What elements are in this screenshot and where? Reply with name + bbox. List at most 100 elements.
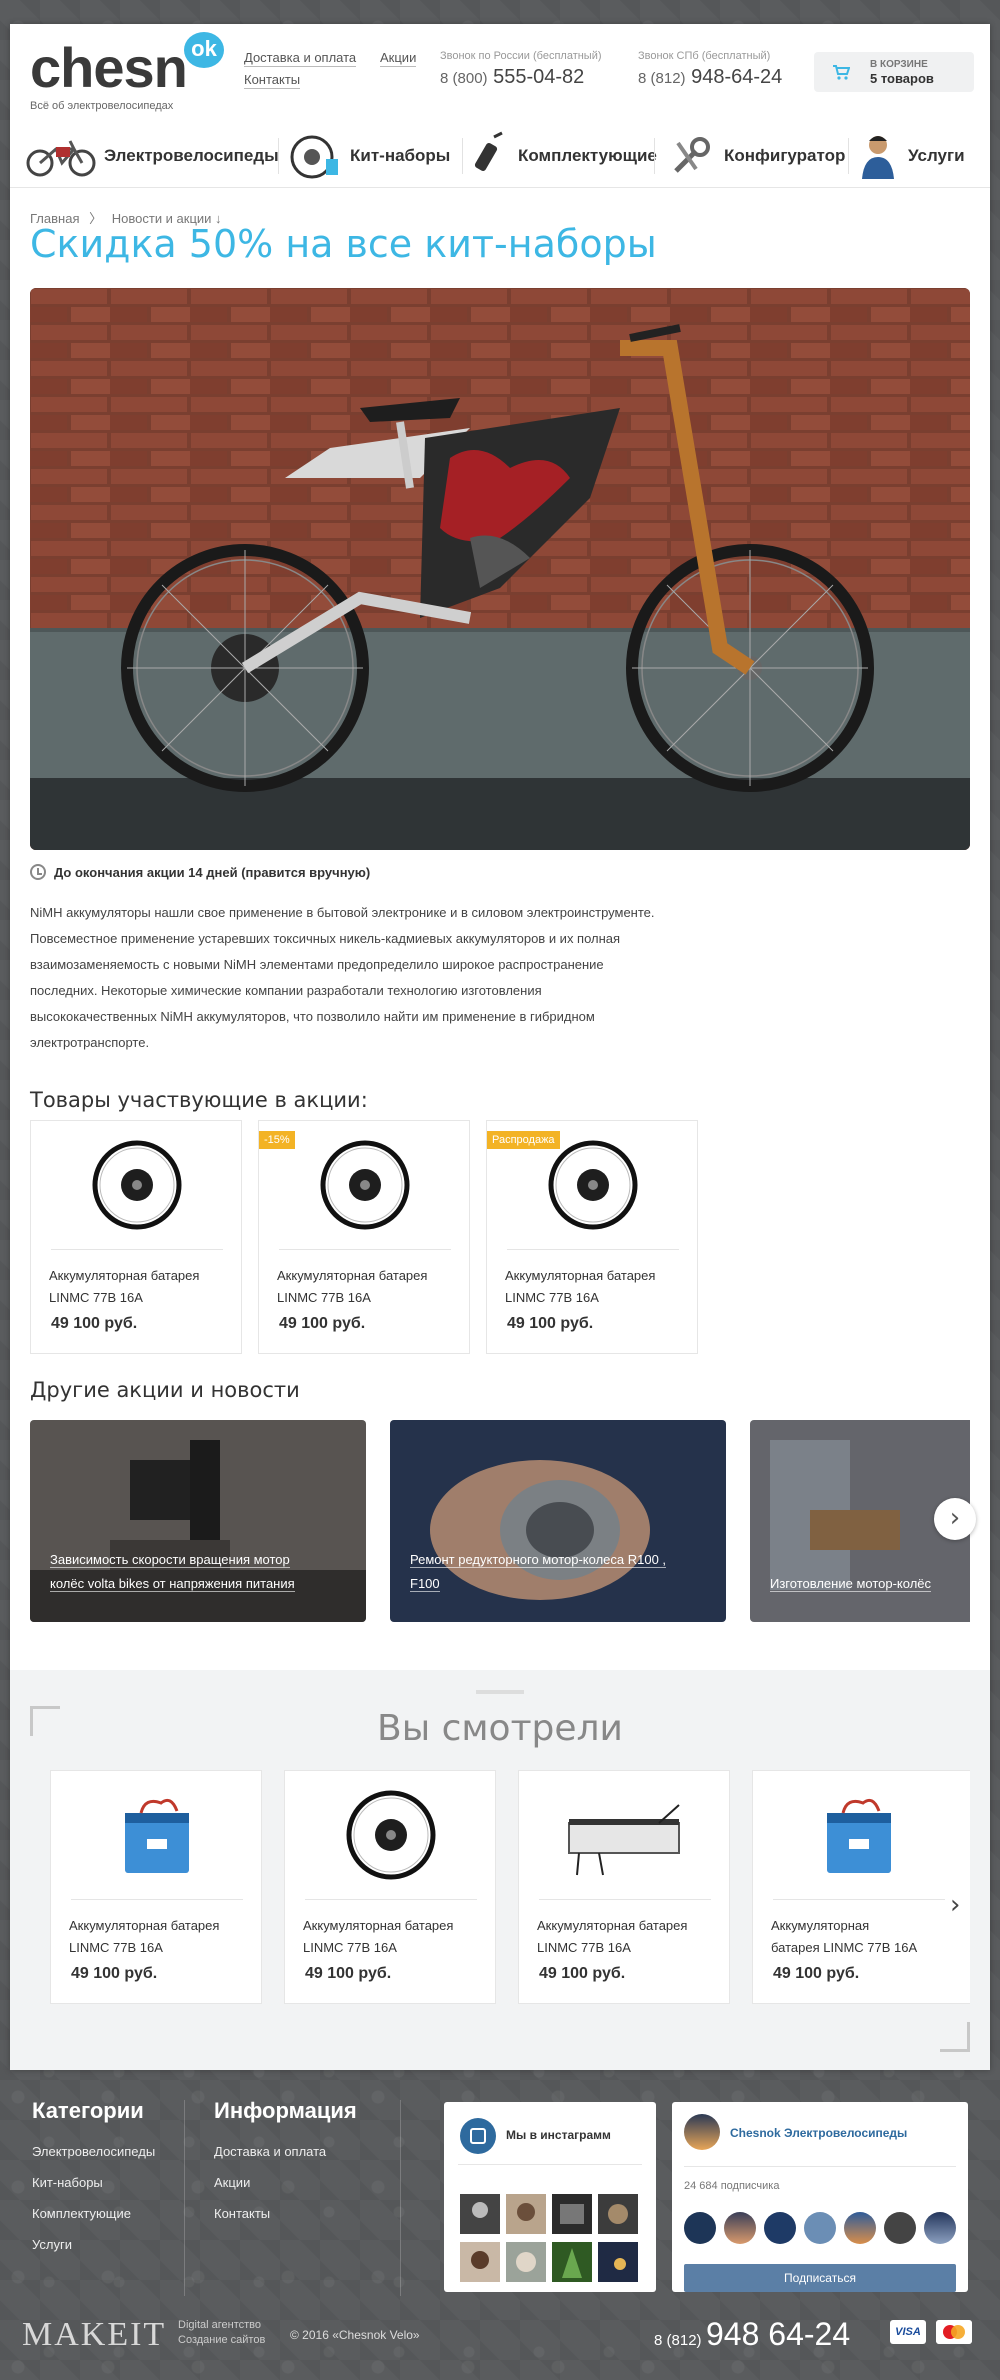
footer-link-contacts[interactable]: Контакты	[214, 2206, 270, 2221]
product-name[interactable]: Аккумуляторная батарея LINMC 77В 16А	[303, 1915, 453, 1959]
footer-link-kits[interactable]: Кит-наборы	[32, 2175, 103, 2190]
news-title-line: Зависимость скорости вращения мотор	[50, 1552, 290, 1568]
vk-group-name[interactable]: Chesnok Электровелосипеды	[730, 2126, 907, 2140]
instagram-photo[interactable]	[506, 2242, 546, 2282]
viewed-product-card[interactable]: Аккумуляторная батарея LINMC 77В 16А 49 1…	[50, 1770, 262, 2004]
nav-divider	[848, 138, 849, 174]
product-name[interactable]: Аккумуляторная батарея LINMC 77В 16А	[69, 1915, 219, 1959]
divider	[684, 2166, 956, 2167]
divider	[773, 1899, 945, 1900]
link-contacts[interactable]: Контакты	[244, 72, 301, 89]
nav-item-ebikes[interactable]: Электровелосипеды	[26, 124, 279, 188]
promo-products-heading: Товары участвующие в акции:	[30, 1088, 368, 1112]
phone-russia-number[interactable]: 8 (800) 555-04-82	[440, 66, 602, 89]
product-name-line: LINMC 77В 16А	[49, 1290, 143, 1305]
news-title: Зависимость скорости вращения мотор колёс…	[50, 1548, 295, 1596]
divider	[458, 2164, 642, 2165]
news-title: Изготовление мотор-колёс	[770, 1572, 932, 1596]
subscriber-avatar[interactable]	[924, 2212, 956, 2244]
cart-button[interactable]: В КОРЗИНЕ 5 товаров	[814, 52, 974, 92]
product-name[interactable]: Аккумуляторная батарея LINMC 77В 16А	[277, 1265, 427, 1309]
mechanic-icon	[862, 136, 894, 179]
viewed-product-card[interactable]: Аккумуляторная батарея LINMC 77В 16А 49 1…	[284, 1770, 496, 2004]
nav-label-kits: Кит-наборы	[350, 146, 451, 165]
instagram-photo[interactable]	[506, 2194, 546, 2234]
agency-logo[interactable]: MAKEIT	[22, 2316, 166, 2354]
product-price: 49 100 руб.	[507, 1315, 594, 1332]
product-name-line: Аккумуляторная батарея	[303, 1918, 454, 1933]
promo-timer-text: До окончания акции 14 дней (правится вру…	[54, 865, 371, 880]
corner-decoration	[30, 1706, 60, 1736]
viewed-product-card[interactable]: Аккумуляторная батарея LINMC 77В 16А 49 1…	[518, 1770, 730, 2004]
product-name-line: LINMC 77В 16А	[537, 1940, 631, 1955]
product-name-line: LINMC 77В 16А	[277, 1290, 371, 1305]
nav-label-configurator: Конфигуратор	[724, 146, 846, 165]
link-promotions[interactable]: Акции	[380, 50, 417, 67]
vk-subscribe-button[interactable]: Подписаться	[684, 2264, 956, 2292]
description-line: высококачественных NiMH аккумуляторов, ч…	[30, 1009, 595, 1024]
description-line: NiMH аккумуляторы нашли свое применение …	[30, 905, 655, 920]
cart-label: В КОРЗИНЕ	[870, 59, 928, 70]
subscriber-avatar[interactable]	[724, 2212, 756, 2244]
logo[interactable]: chesn ok Всё об электровелосипедах	[30, 32, 230, 112]
subscriber-avatar[interactable]	[764, 2212, 796, 2244]
news-card[interactable]: Ремонт редукторного мотор-колеса R100 , F…	[390, 1420, 726, 1622]
instagram-photo[interactable]	[552, 2242, 592, 2282]
description-line: электротранспорте.	[30, 1035, 150, 1050]
footer-phone-number: 948 64-24	[705, 2316, 851, 2352]
subscriber-avatar[interactable]	[804, 2212, 836, 2244]
product-card[interactable]: Аккумуляторная батарея LINMC 77В 16А 49 1…	[30, 1120, 242, 1354]
nav-divider	[462, 138, 463, 174]
phone-spb-number[interactable]: 8 (812) 948-64-24	[638, 66, 782, 89]
product-name-line: LINMC 77В 16А	[69, 1940, 163, 1955]
header: chesn ok Всё об электровелосипедах Доста…	[10, 24, 990, 112]
footer-link-promotions[interactable]: Акции	[214, 2175, 250, 2190]
viewed-next-arrow-icon[interactable]: ›	[950, 1890, 960, 1920]
instagram-photo[interactable]	[460, 2242, 500, 2282]
footer-phone[interactable]: 8 (812) 948 64-24	[654, 2316, 850, 2353]
news-next-arrow-icon[interactable]: ›	[934, 1498, 976, 1540]
product-name-line: Аккумуляторная батарея	[537, 1918, 688, 1933]
instagram-photo[interactable]	[598, 2242, 638, 2282]
product-name[interactable]: Аккумуляторная батарея LINMC 77В 16А	[49, 1265, 199, 1309]
footer-categories-title: Категории	[32, 2098, 144, 2123]
ebike-icon	[26, 140, 96, 177]
nav-item-parts[interactable]: Комплектующие	[466, 124, 657, 188]
footer-link-services[interactable]: Услуги	[32, 2237, 72, 2252]
footer-phone-prefix: 8 (812)	[654, 2332, 702, 2349]
nav-item-configurator[interactable]: Конфигуратор	[666, 124, 845, 188]
nav-item-kits[interactable]: Кит-наборы	[286, 124, 450, 188]
footer-info-title: Информация	[214, 2098, 357, 2123]
subscriber-avatar[interactable]	[884, 2212, 916, 2244]
agency-line: Создание сайтов	[178, 2334, 266, 2346]
subscriber-avatar[interactable]	[844, 2212, 876, 2244]
wheel-kit-icon	[290, 135, 338, 179]
divider	[279, 1249, 451, 1250]
instagram-icon[interactable]	[460, 2118, 496, 2154]
footer-link-delivery[interactable]: Доставка и оплата	[214, 2144, 326, 2159]
viewed-product-card[interactable]: Аккумуляторная батарея LINMC 77В 16А 49 1…	[752, 1770, 970, 2004]
product-name[interactable]: Аккумуляторная батарея LINMC 77В 16А	[505, 1265, 655, 1309]
copyright: © 2016 «Chesnok Velo»	[290, 2328, 420, 2342]
product-card[interactable]: -15% Аккумуляторная батарея LINMC 77В 16А…	[258, 1120, 470, 1354]
news-title-line: Ремонт редукторного мотор-колеса R100 ,	[410, 1552, 667, 1568]
battery-product-image	[827, 1798, 891, 1873]
news-card[interactable]: Зависимость скорости вращения мотор колёс…	[30, 1420, 366, 1622]
divider	[71, 1899, 243, 1900]
footer-link-parts[interactable]: Комплектующие	[32, 2206, 131, 2221]
logo-text: chesn	[30, 36, 188, 99]
nav-item-services[interactable]: Услуги	[856, 124, 965, 188]
instagram-photo[interactable]	[552, 2194, 592, 2234]
link-delivery[interactable]: Доставка и оплата	[244, 50, 357, 67]
product-name[interactable]: Аккумуляторная батарея LINMC 77В 16А	[771, 1915, 917, 1959]
subscriber-avatar[interactable]	[684, 2212, 716, 2244]
news-title-line: Изготовление мотор-колёс	[770, 1576, 932, 1592]
product-price: 49 100 руб.	[279, 1315, 366, 1332]
instagram-photo[interactable]	[460, 2194, 500, 2234]
vk-avatar[interactable]	[684, 2114, 720, 2150]
product-name[interactable]: Аккумуляторная батарея LINMC 77В 16А	[537, 1915, 687, 1959]
product-card[interactable]: Распродажа Аккумуляторная батарея LINMC 7…	[486, 1120, 698, 1354]
description-line: взаимозаменяемость с новыми NiMH элемент…	[30, 957, 604, 972]
instagram-photo[interactable]	[598, 2194, 638, 2234]
footer-link-ebikes[interactable]: Электровелосипеды	[32, 2144, 155, 2159]
